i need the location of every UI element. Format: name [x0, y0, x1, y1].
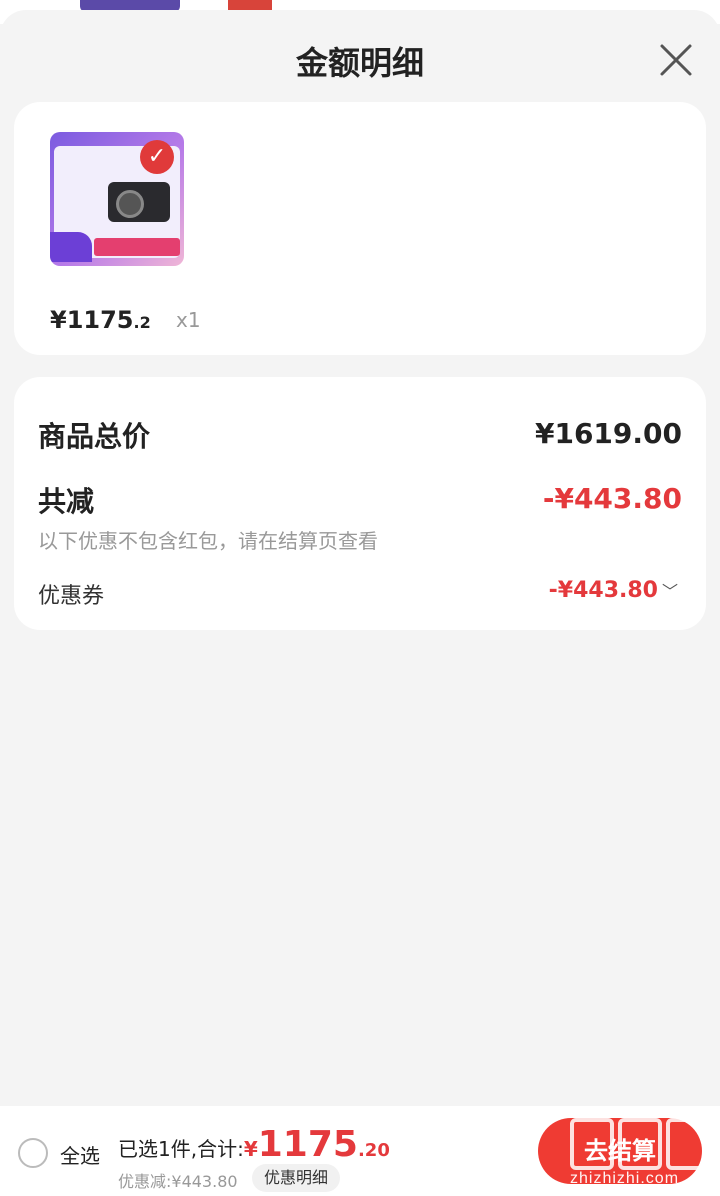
- total-reduction-label: 共减: [38, 485, 95, 518]
- product-image[interactable]: ✓: [50, 132, 184, 266]
- price-tag: [50, 232, 92, 262]
- total-reduction-value: -¥443.80: [542, 482, 682, 515]
- price-decimal: .2: [133, 313, 151, 332]
- currency-symbol: ¥: [243, 1137, 258, 1161]
- discount-detail-button[interactable]: 优惠明细: [252, 1164, 341, 1192]
- product-card: ✓ ¥1175.2 x1: [14, 102, 706, 355]
- currency-symbol: ¥: [50, 306, 67, 334]
- total-decimal: .20: [357, 1140, 390, 1161]
- promo-banner: [94, 238, 180, 256]
- price-integer: 1175: [66, 306, 134, 334]
- selected-count-text: 已选1件,合计:: [118, 1137, 244, 1161]
- selected-total: 已选1件,合计:¥1175.20: [118, 1124, 390, 1165]
- close-icon[interactable]: [654, 38, 698, 82]
- product-price: ¥1175.2: [50, 306, 151, 334]
- coupon-label: 优惠券: [38, 584, 105, 609]
- coupon-value[interactable]: -¥443.80 ﹀: [549, 578, 678, 603]
- amount-detail-sheet: 金额明细 ✓ ¥1175.2 x1 商品总价 ¥1619.00 共减 -¥443…: [0, 10, 720, 1196]
- checkmark-icon: ✓: [140, 140, 174, 174]
- product-quantity: x1: [176, 308, 201, 332]
- sheet-title: 金额明细: [295, 44, 424, 82]
- projector-lens: [116, 190, 144, 218]
- select-all-label[interactable]: 全选: [60, 1140, 100, 1169]
- chevron-down-icon: ﹀: [661, 582, 678, 601]
- watermark-text: zhizhizhi.com: [570, 1170, 680, 1187]
- total-price-label: 商品总价: [38, 420, 151, 453]
- total-integer: 1175: [257, 1124, 358, 1165]
- price-summary-card: 商品总价 ¥1619.00 共减 -¥443.80 以下优惠不包含红包，请在结算…: [14, 377, 706, 630]
- select-all-radio[interactable]: [18, 1138, 48, 1168]
- discount-amount: 优惠减:¥443.80: [118, 1172, 238, 1191]
- total-price-value: ¥1619.00: [534, 417, 682, 450]
- discount-note: 以下优惠不包含红包，请在结算页查看: [38, 529, 378, 553]
- coupon-amount: -¥443.80: [548, 578, 658, 603]
